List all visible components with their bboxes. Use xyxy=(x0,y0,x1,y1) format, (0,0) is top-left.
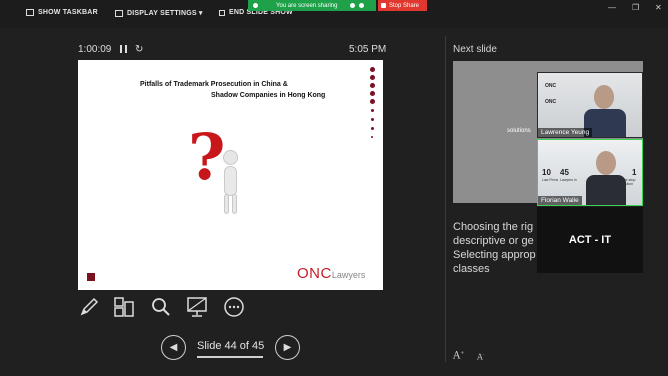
participant-face xyxy=(594,85,614,109)
participant-body xyxy=(586,175,626,205)
decorative-dots xyxy=(368,67,376,147)
notes-line: descriptive or ge xyxy=(453,235,534,247)
next-icon[interactable]: ▶ xyxy=(275,335,300,360)
slide-title-line1: Pitfalls of Trademark Prosecution in Chi… xyxy=(140,81,288,88)
presenter-toolbar: SHOW TASKBAR DISPLAY SETTINGS ▾ END SLID… xyxy=(0,0,668,28)
pane-divider[interactable] xyxy=(445,36,446,362)
notes-line: Selecting approp xyxy=(453,249,536,261)
stop-share-label: Stop Share xyxy=(389,2,420,9)
display-settings-button[interactable]: DISPLAY SETTINGS ▾ xyxy=(115,9,203,17)
participant-video-tile[interactable]: ONC ONC Lawrence Yeung xyxy=(537,72,643,138)
screen-sharing-banner[interactable]: You are screen sharing xyxy=(248,0,376,11)
prev-icon[interactable]: ◀ xyxy=(161,335,186,360)
end-show-icon xyxy=(219,9,225,16)
pause-icon[interactable] xyxy=(120,45,127,53)
more-icon[interactable] xyxy=(223,296,245,318)
stat-value: 10 xyxy=(542,168,551,177)
screen-icon[interactable] xyxy=(186,296,208,318)
slide-title-line2: Shadow Companies in Hong Kong xyxy=(211,92,326,99)
slide-counter-underline xyxy=(197,356,263,358)
stat-value: 45 xyxy=(560,168,569,177)
sharing-status-icon xyxy=(253,3,258,8)
speaker-notes: Choosing the rig descriptive or ge Selec… xyxy=(453,220,543,276)
pen-icon[interactable] xyxy=(78,296,100,318)
slide-counter: Slide 44 of 45 xyxy=(197,340,265,352)
close-icon[interactable]: ✕ xyxy=(655,3,662,12)
participant-name: Lawrence Yeung xyxy=(538,128,593,137)
decrease-font-icon[interactable]: A- xyxy=(477,352,484,362)
cloud-icon xyxy=(349,3,355,8)
minimize-icon[interactable]: — xyxy=(608,3,616,12)
thinking-figure-graphic xyxy=(220,150,242,216)
participant-face xyxy=(596,151,616,175)
display-settings-label: DISPLAY SETTINGS ▾ xyxy=(127,10,203,17)
current-time: 5:05 PM xyxy=(349,44,387,55)
show-taskbar-label: SHOW TASKBAR xyxy=(38,9,98,16)
notes-line: classes xyxy=(453,263,490,275)
video-background-banner: ONC xyxy=(545,99,557,105)
increase-font-icon[interactable]: A+ xyxy=(453,350,464,361)
screen-sharing-status: You are screen sharing xyxy=(276,2,338,9)
slides-grid-icon[interactable] xyxy=(113,296,135,318)
stat-value: 1 xyxy=(632,168,637,177)
elapsed-timer: 1:00:09 xyxy=(78,44,112,55)
onc-lawyers-logo: ONCLawyers xyxy=(297,265,366,282)
stat-label: Law Firms xyxy=(542,178,559,182)
display-settings-icon xyxy=(115,9,123,17)
next-slide-label: Next slide xyxy=(453,44,497,55)
participant-name: Florian Walle xyxy=(538,196,582,205)
restore-icon[interactable]: ❐ xyxy=(632,3,639,12)
shield-icon xyxy=(358,3,364,8)
next-slide-thumb-text: solutions xyxy=(507,128,531,134)
restart-timer-icon[interactable]: ↻ xyxy=(135,44,143,55)
participant-video-tile-active[interactable]: 10 Law Firms 45 Lawyers in 1 One-stop so… xyxy=(537,139,643,206)
participant-name: ACT - IT xyxy=(568,234,612,246)
stop-share-button[interactable]: Stop Share xyxy=(378,0,427,11)
participant-tile-no-video[interactable]: ACT - IT xyxy=(537,207,643,273)
current-slide: Pitfalls of Trademark Prosecution in Chi… xyxy=(78,60,383,290)
video-background-banner: ONC xyxy=(545,83,557,89)
stat-label: Lawyers in xyxy=(560,178,577,182)
notes-line: Choosing the rig xyxy=(453,221,534,233)
zoom-icon[interactable] xyxy=(150,296,172,318)
slide-corner-mark xyxy=(87,273,95,281)
monitor-icon xyxy=(26,9,34,16)
show-taskbar-button[interactable]: SHOW TASKBAR xyxy=(26,9,98,16)
stop-icon xyxy=(381,3,386,8)
